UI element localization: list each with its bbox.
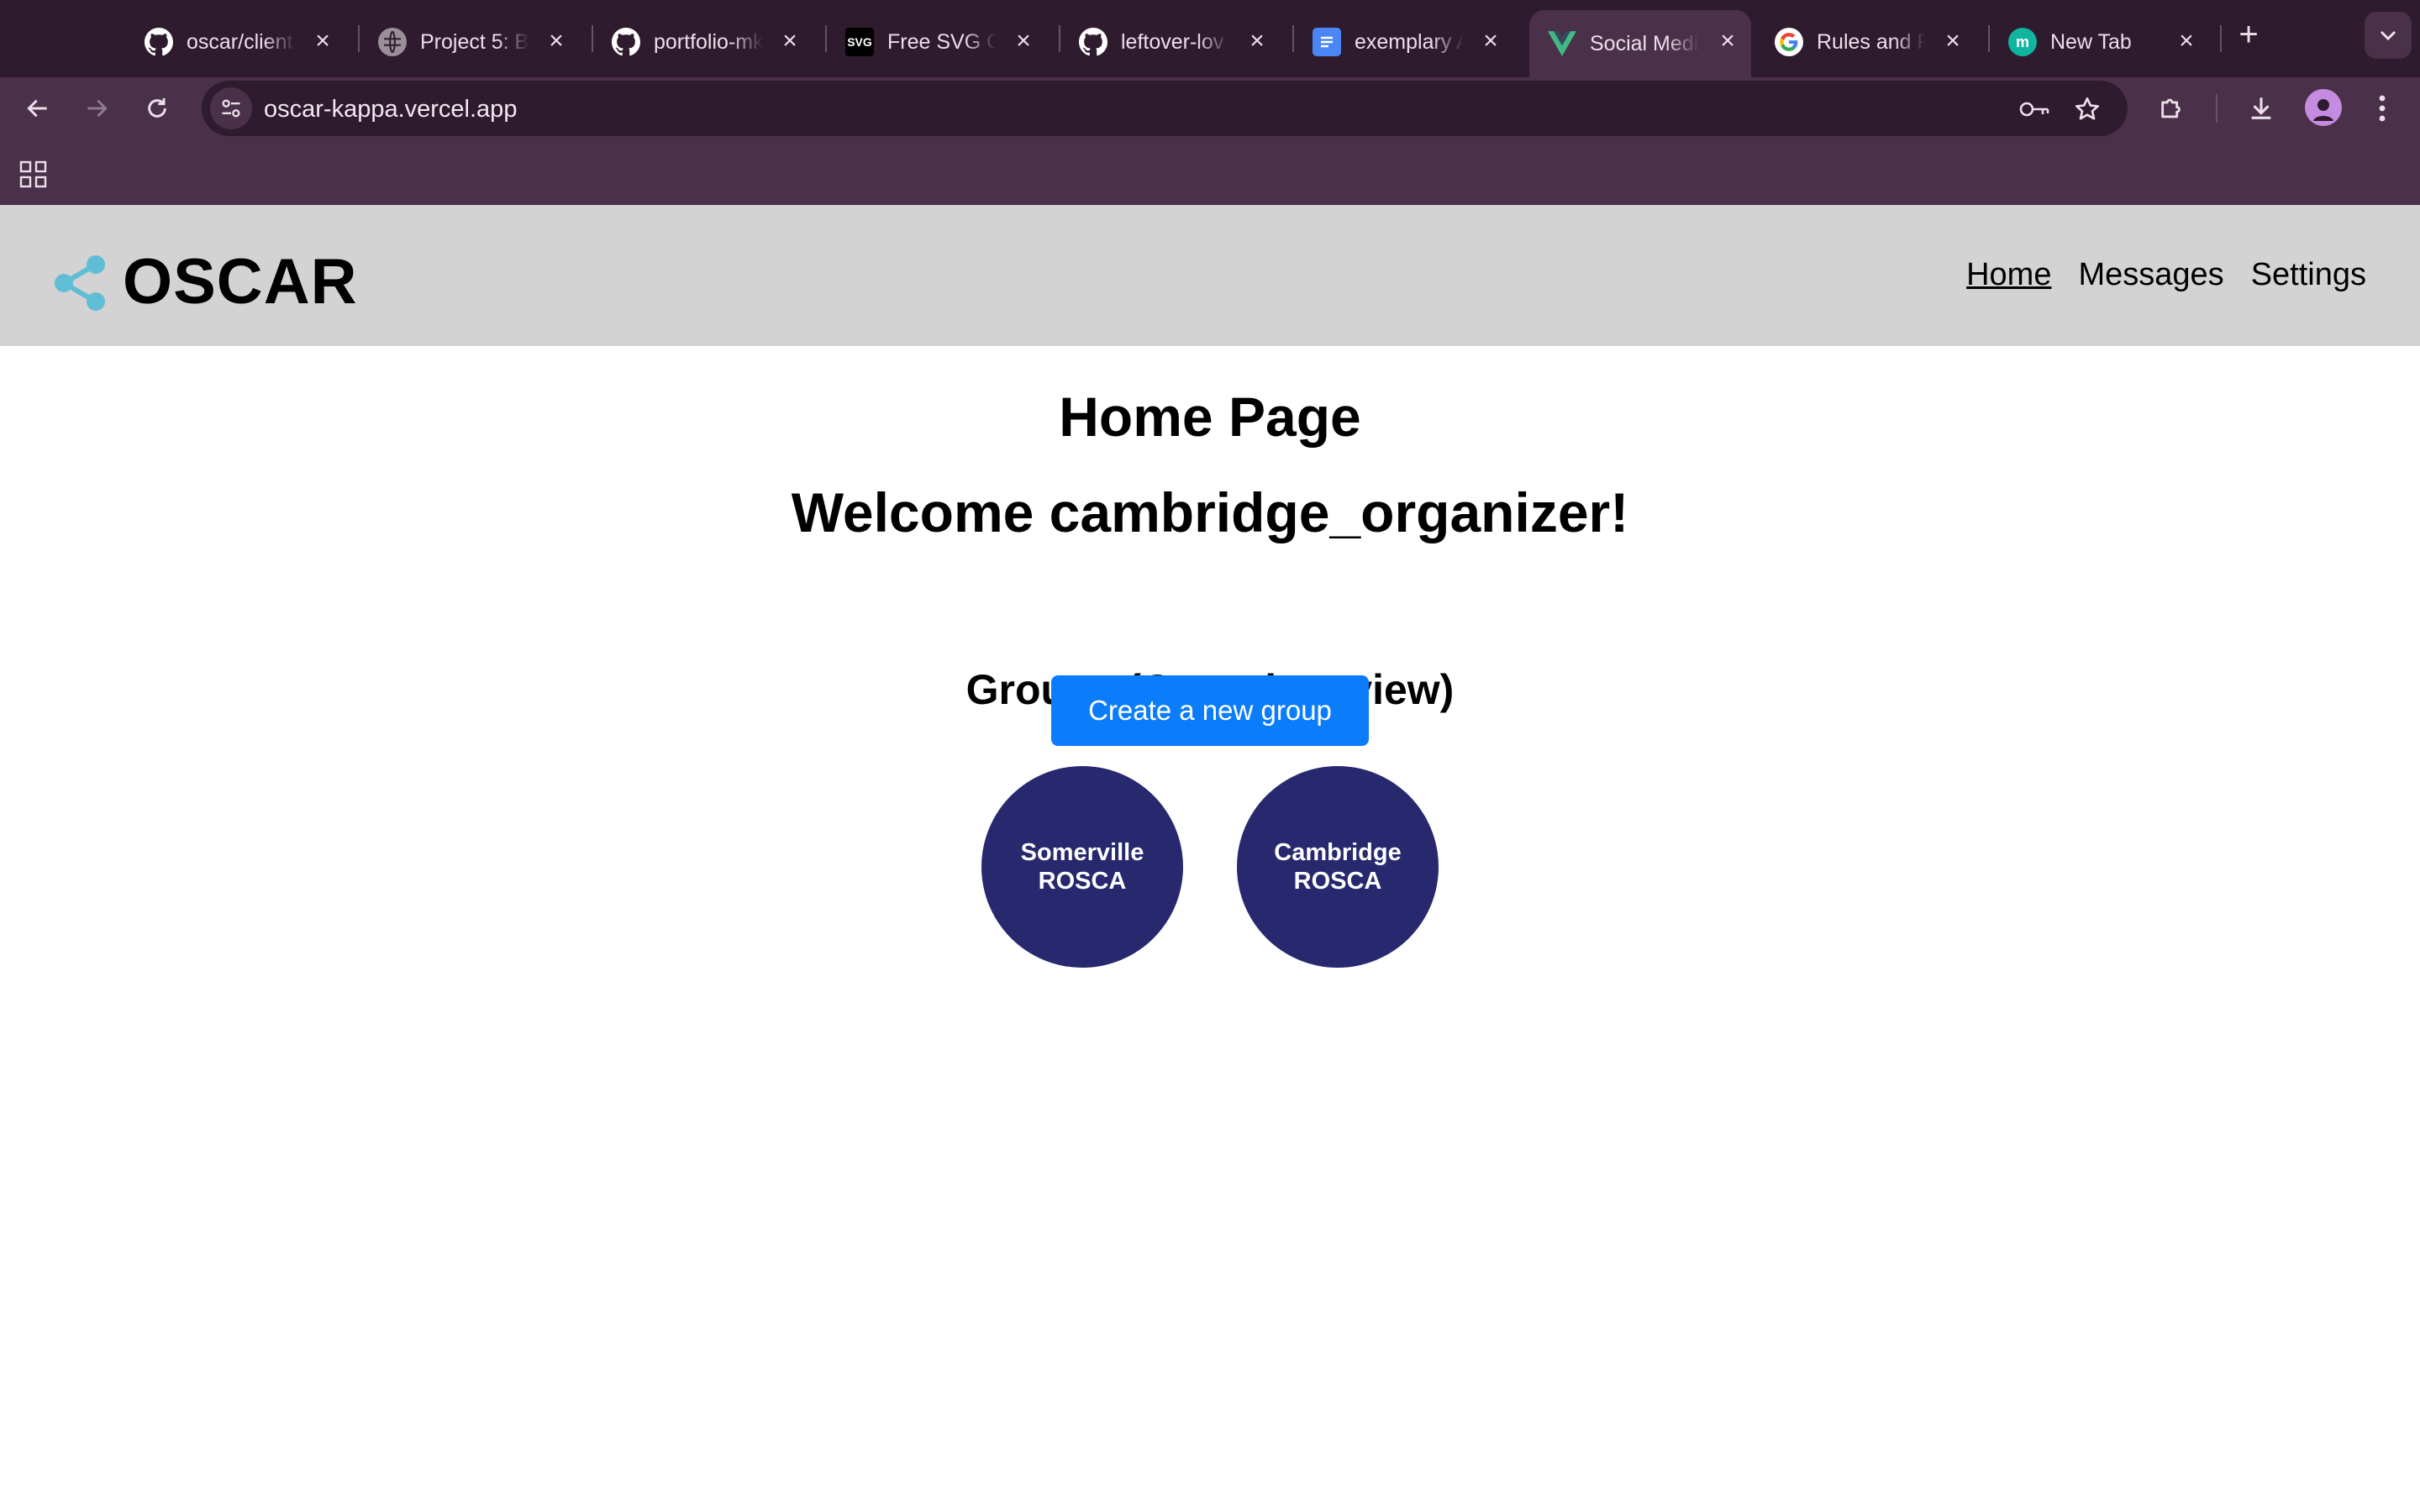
groups-list: Somerville ROSCA Cambridge ROSCA (0, 766, 2420, 968)
browser-tab[interactable]: leftover-lov × (1060, 13, 1281, 71)
arrow-right-icon (87, 99, 108, 118)
share-network-icon (55, 255, 105, 311)
vue-icon (1548, 29, 1576, 58)
close-tab-icon[interactable]: × (1012, 29, 1035, 54)
nav-home-link[interactable]: Home (1966, 257, 2051, 293)
close-tab-icon[interactable]: × (1941, 29, 1965, 54)
page-title: Home Page (1059, 386, 1361, 448)
profile-avatar[interactable] (2305, 89, 2342, 126)
browser-menu-icon[interactable] (2361, 87, 2403, 129)
bookmark-star-icon[interactable] (2070, 92, 2104, 126)
browser-tab[interactable]: m New Tab × (1990, 13, 2210, 71)
group-cambridge-rosca[interactable]: Cambridge ROSCA (1237, 766, 1439, 968)
toolbar-divider (2216, 94, 2217, 123)
create-group-button[interactable]: Create a new group (1051, 675, 1369, 746)
close-tab-icon[interactable]: × (778, 29, 802, 54)
tune-icon (222, 99, 240, 118)
browser-tab[interactable]: portfolio-mk × (593, 13, 813, 71)
arrow-left-icon (27, 99, 47, 118)
close-tab-icon[interactable]: × (2175, 29, 2198, 54)
globe-icon (378, 28, 407, 56)
browser-tab[interactable]: SVG Free SVG Co × (827, 13, 1047, 71)
github-icon (1079, 28, 1107, 56)
address-bar[interactable]: oscar-kappa.vercel.app (202, 81, 2128, 136)
group-somerville-rosca[interactable]: Somerville ROSCA (981, 766, 1183, 968)
site-logo[interactable]: OSCAR (52, 245, 357, 318)
reload-icon (148, 98, 166, 118)
close-tab-icon[interactable]: × (1716, 29, 1739, 54)
close-tab-icon[interactable]: × (544, 29, 568, 54)
browser-tab-active[interactable]: Social Medi × (1529, 10, 1751, 77)
browser-tab[interactable]: oscar/client × (126, 13, 346, 71)
browser-tab[interactable]: exemplary A × (1294, 13, 1514, 71)
svg-icon: SVG (845, 28, 874, 56)
site-nav: Home Messages Settings (1966, 257, 2366, 293)
url-text[interactable]: oscar-kappa.vercel.app (264, 96, 517, 123)
download-icon[interactable] (2240, 87, 2282, 129)
browser-tab[interactable]: Rules and R × (1756, 13, 1976, 71)
nav-messages-link[interactable]: Messages (2078, 257, 2223, 293)
browser-tab-strip: oscar/client × Project 5: Bu × portfolio… (0, 0, 2420, 77)
github-icon (145, 28, 173, 56)
extensions-puzzle-icon[interactable] (2151, 87, 2193, 129)
welcome-heading: Welcome cambridge_organizer! (791, 481, 1629, 543)
google-icon (1775, 28, 1803, 56)
site-header: OSCAR Home Messages Settings (0, 205, 2420, 346)
nav-settings-link[interactable]: Settings (2251, 257, 2366, 293)
docs-icon (1313, 28, 1341, 56)
apps-grid-icon[interactable] (18, 160, 49, 190)
close-tab-icon[interactable]: × (1245, 29, 1269, 54)
browser-tab[interactable]: Project 5: Bu × (360, 13, 580, 71)
tab-search-button[interactable] (2365, 12, 2412, 59)
back-button[interactable] (17, 87, 59, 129)
new-tab-button[interactable]: + (2232, 13, 2265, 55)
site-info-button[interactable] (210, 87, 252, 129)
reload-button[interactable] (136, 87, 178, 129)
chevron-down-icon (2380, 30, 2396, 41)
m-icon: m (2008, 28, 2037, 56)
close-tab-icon[interactable]: × (311, 29, 334, 54)
brand-name: OSCAR (123, 246, 358, 318)
close-tab-icon[interactable]: × (1479, 29, 1502, 54)
github-icon (612, 28, 640, 56)
password-key-icon[interactable] (2018, 92, 2052, 126)
forward-button[interactable] (76, 87, 118, 129)
tab-divider (2220, 25, 2222, 52)
